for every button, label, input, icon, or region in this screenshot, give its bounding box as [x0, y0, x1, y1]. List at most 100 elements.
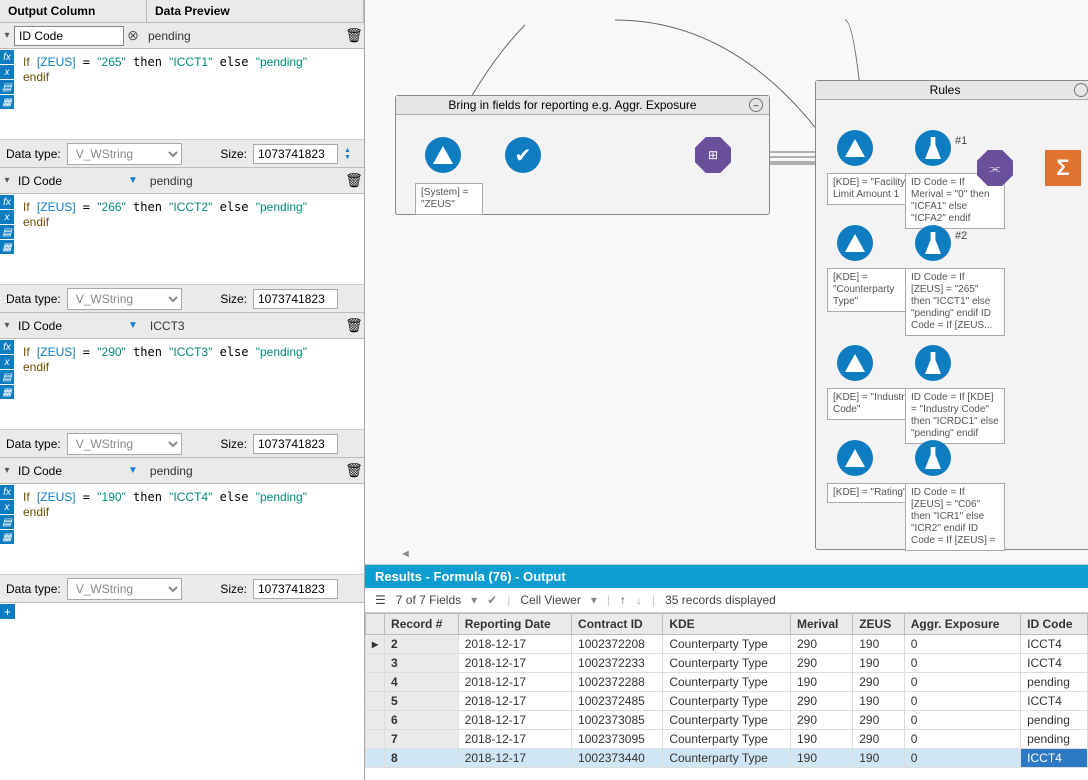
- table-cell[interactable]: 1002372485: [572, 692, 663, 711]
- table-cell[interactable]: ICCT4: [1021, 635, 1088, 654]
- folder-icon[interactable]: ▤: [0, 515, 14, 529]
- table-cell[interactable]: 2018-12-17: [458, 711, 571, 730]
- table-cell[interactable]: 1002372208: [572, 635, 663, 654]
- fx-icon[interactable]: fx: [0, 195, 14, 209]
- workflow-canvas[interactable]: Bring in fields for reporting e.g. Aggr.…: [365, 0, 1088, 565]
- folder-icon[interactable]: ▤: [0, 80, 14, 94]
- table-cell[interactable]: Counterparty Type: [663, 692, 791, 711]
- formula-tool[interactable]: [915, 225, 953, 263]
- add-formula-button[interactable]: +: [0, 604, 15, 619]
- cell-viewer-label[interactable]: Cell Viewer: [520, 593, 580, 607]
- collapse-icon[interactable]: ▾: [0, 30, 14, 41]
- column-header[interactable]: Aggr. Exposure: [904, 614, 1020, 635]
- table-row[interactable]: 42018-12-171002372288Counterparty Type19…: [366, 673, 1088, 692]
- table-cell[interactable]: 290: [853, 711, 905, 730]
- table-cell[interactable]: 0: [904, 654, 1020, 673]
- table-cell[interactable]: 290: [791, 635, 853, 654]
- formula-editor[interactable]: If [ZEUS] = "190" then "ICCT4" else "pen…: [15, 484, 364, 574]
- var-icon[interactable]: x: [0, 355, 14, 369]
- table-cell[interactable]: 0: [904, 673, 1020, 692]
- collapse-icon[interactable]: ▾: [0, 320, 14, 331]
- collapse-icon[interactable]: ▾: [0, 175, 14, 186]
- table-cell[interactable]: 190: [853, 635, 905, 654]
- table-cell[interactable]: Counterparty Type: [663, 635, 791, 654]
- select-tool[interactable]: ✔: [505, 137, 543, 175]
- table-cell[interactable]: 1002372288: [572, 673, 663, 692]
- table-cell[interactable]: Counterparty Type: [663, 749, 791, 768]
- table-cell[interactable]: 190: [791, 730, 853, 749]
- column-header[interactable]: Reporting Date: [458, 614, 571, 635]
- summarize-tool[interactable]: Σ: [1045, 150, 1083, 188]
- table-cell[interactable]: 3: [385, 654, 459, 673]
- output-column-input[interactable]: [14, 26, 124, 46]
- formula-editor[interactable]: If [ZEUS] = "290" then "ICCT3" else "pen…: [15, 339, 364, 429]
- dropdown-icon[interactable]: ▼: [122, 465, 144, 476]
- table-cell[interactable]: 6: [385, 711, 459, 730]
- collapse-icon[interactable]: –: [749, 98, 763, 112]
- filter-tool[interactable]: [837, 130, 875, 168]
- arrow-up-icon[interactable]: ↑: [620, 593, 626, 607]
- delete-icon[interactable]: 🗑: [344, 27, 364, 44]
- column-header[interactable]: Merival: [791, 614, 853, 635]
- filter-tool[interactable]: [837, 440, 875, 478]
- table-cell[interactable]: 190: [853, 692, 905, 711]
- table-cell[interactable]: 190: [791, 673, 853, 692]
- column-header[interactable]: KDE: [663, 614, 791, 635]
- table-cell[interactable]: 190: [853, 749, 905, 768]
- table-cell[interactable]: 290: [791, 692, 853, 711]
- clear-icon[interactable]: ⊗: [124, 27, 142, 44]
- table-cell[interactable]: 2018-12-17: [458, 654, 571, 673]
- spin-down-icon[interactable]: ▼: [344, 154, 358, 161]
- formula-tool[interactable]: [915, 440, 953, 478]
- dropdown-icon[interactable]: ▼: [122, 175, 144, 186]
- table-cell[interactable]: 0: [904, 749, 1020, 768]
- table-cell[interactable]: ICCT4: [1021, 692, 1088, 711]
- table-cell[interactable]: 2018-12-17: [458, 635, 571, 654]
- delete-icon[interactable]: 🗑: [344, 462, 364, 479]
- fx-icon[interactable]: fx: [0, 485, 14, 499]
- table-cell[interactable]: 2018-12-17: [458, 673, 571, 692]
- datatype-select[interactable]: V_WString: [67, 143, 182, 165]
- save-icon[interactable]: ▦: [0, 240, 14, 254]
- fx-icon[interactable]: fx: [0, 50, 14, 64]
- column-header[interactable]: Record #: [385, 614, 459, 635]
- size-input[interactable]: [253, 434, 338, 454]
- output-column-label[interactable]: ID Code: [14, 319, 122, 333]
- output-column-label[interactable]: ID Code: [14, 174, 122, 188]
- var-icon[interactable]: x: [0, 210, 14, 224]
- table-cell[interactable]: 290: [853, 730, 905, 749]
- table-cell[interactable]: pending: [1021, 730, 1088, 749]
- filter-tool[interactable]: [837, 345, 875, 383]
- save-icon[interactable]: ▦: [0, 385, 14, 399]
- table-row[interactable]: 32018-12-171002372233Counterparty Type29…: [366, 654, 1088, 673]
- table-cell[interactable]: 2018-12-17: [458, 730, 571, 749]
- menu-icon[interactable]: ☰: [375, 593, 386, 607]
- table-cell[interactable]: ICCT4: [1021, 749, 1088, 768]
- table-cell[interactable]: 2018-12-17: [458, 692, 571, 711]
- table-cell[interactable]: pending: [1021, 673, 1088, 692]
- folder-icon[interactable]: ▤: [0, 225, 14, 239]
- table-cell[interactable]: 7: [385, 730, 459, 749]
- delete-icon[interactable]: 🗑: [344, 172, 364, 189]
- fx-icon[interactable]: fx: [0, 340, 14, 354]
- table-cell[interactable]: 0: [904, 711, 1020, 730]
- size-input[interactable]: [253, 579, 338, 599]
- datatype-select[interactable]: V_WString: [67, 433, 182, 455]
- size-input[interactable]: [253, 289, 338, 309]
- table-cell[interactable]: ICCT4: [1021, 654, 1088, 673]
- spin-up-icon[interactable]: ▲: [344, 147, 358, 154]
- results-table[interactable]: Record #Reporting DateContract IDKDEMeri…: [365, 613, 1088, 768]
- table-cell[interactable]: Counterparty Type: [663, 711, 791, 730]
- table-cell[interactable]: 1002373085: [572, 711, 663, 730]
- table-cell[interactable]: 4: [385, 673, 459, 692]
- output-column-label[interactable]: ID Code: [14, 464, 122, 478]
- formula-tool[interactable]: [915, 345, 953, 383]
- column-header[interactable]: Contract ID: [572, 614, 663, 635]
- table-cell[interactable]: 0: [904, 692, 1020, 711]
- formula-editor[interactable]: If [ZEUS] = "265" then "ICCT1" else "pen…: [15, 49, 364, 139]
- table-cell[interactable]: Counterparty Type: [663, 654, 791, 673]
- var-icon[interactable]: x: [0, 500, 14, 514]
- folder-icon[interactable]: ▤: [0, 370, 14, 384]
- table-cell[interactable]: 5: [385, 692, 459, 711]
- datatype-select[interactable]: V_WString: [67, 288, 182, 310]
